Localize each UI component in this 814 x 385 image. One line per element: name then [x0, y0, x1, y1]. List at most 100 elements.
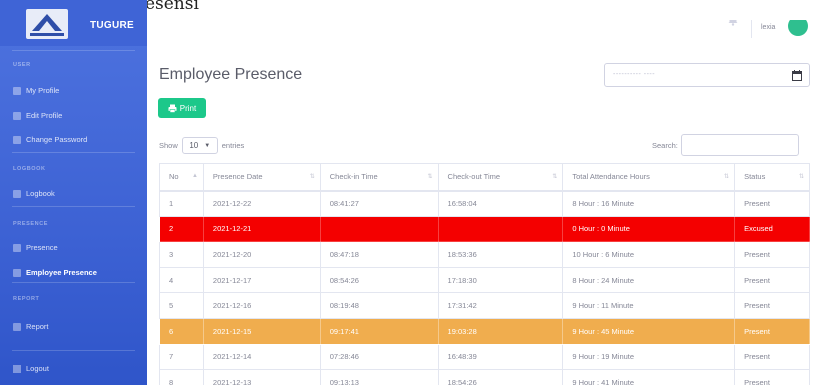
table-cell-date: 2021-12-16 — [202, 292, 321, 319]
column-header-label: No — [169, 172, 179, 182]
sidebar-item-change-password[interactable]: Change Password — [13, 135, 87, 144]
table-cell-date: 2021-12-13 — [202, 369, 321, 385]
presence-table: No ▲ Presence Date ⇅ Check-in Time ⇅ Check-out… — [159, 163, 810, 385]
table-cell-no: 4 — [159, 266, 204, 294]
sidebar-item-logout[interactable]: Logout — [13, 364, 49, 373]
main-content: Employee Presence ---------- ---- Print … — [147, 50, 814, 385]
book-icon — [13, 189, 21, 198]
table-cell-date: 2021-12-21 — [202, 215, 321, 243]
entries-length-control: Show 10 ▼ entries — [159, 137, 244, 154]
table-cell-date: 2021-12-14 — [202, 343, 321, 371]
sidebar-item-my-profile[interactable]: My Profile — [13, 86, 59, 95]
sidebar-item-label: My Profile — [26, 86, 60, 95]
entries-value: 10 — [189, 141, 199, 150]
table-cell-date: 2021-12-17 — [202, 266, 321, 294]
sidebar-item-label: Change Password — [26, 135, 88, 144]
table-header-row: No ▲ Presence Date ⇅ Check-in Time ⇅ Check-out… — [159, 163, 810, 192]
sidebar-item-label: Report — [26, 322, 49, 331]
table-cell-out: 17:31:42 — [437, 292, 564, 319]
table-cell-no: 8 — [159, 369, 204, 385]
table-row[interactable]: 7 2021-12-14 07:28:46 16:48:39 9 Hour : 19 M… — [159, 343, 810, 371]
sidebar-item-logbook[interactable]: Logbook — [13, 189, 55, 198]
table-cell-status: Present — [734, 292, 810, 319]
calendar-icon — [13, 243, 21, 252]
table-cell-no: 3 — [159, 241, 204, 268]
table-cell-out: 18:54:26 — [437, 369, 564, 385]
user-name[interactable]: lexia — [761, 24, 775, 31]
user-icon — [13, 86, 21, 95]
table-cell-out: 16:58:04 — [437, 190, 564, 217]
brand[interactable]: TUGURE — [0, 0, 147, 46]
column-header[interactable]: Presence Date ⇅ — [202, 163, 321, 192]
sidebar-heading: PRESENCE — [13, 221, 49, 227]
table-cell-hours: 8 Hour : 16 Minute — [562, 190, 736, 217]
chart-icon — [13, 322, 21, 331]
table-row[interactable]: 6 2021-12-15 09:17:41 19:03:28 9 Hour : 45 M… — [159, 317, 810, 345]
sidebar-heading: LOGBOOK — [13, 166, 46, 172]
sort-icon: ⇅ — [427, 174, 433, 180]
table-row[interactable]: 8 2021-12-13 09:13:13 18:54:26 9 Hour : 41 M… — [159, 369, 810, 385]
table-cell-status: Excused — [734, 215, 810, 243]
table-cell-no: 6 — [159, 317, 204, 345]
brand-name: TUGURE — [90, 20, 135, 31]
table-cell-in: 07:28:46 — [319, 343, 439, 371]
sort-icon: ▲ — [191, 173, 198, 179]
sidebar: TUGURE USER My Profile Edit Profile Change … — [0, 0, 147, 385]
sidebar-item-label: Presence — [26, 243, 58, 252]
table-cell-out: 19:03:28 — [437, 317, 564, 345]
sidebar-item-report[interactable]: Report — [13, 322, 49, 331]
sidebar-item-label: Employee Presence — [26, 268, 97, 277]
print-label: Print — [179, 103, 197, 113]
date-placeholder: ---------- ---- — [613, 71, 656, 78]
date-filter-input[interactable]: ---------- ---- — [604, 63, 810, 87]
sidebar-item-label: Edit Profile — [26, 111, 63, 120]
table-cell-date: 2021-12-15 — [202, 317, 321, 345]
column-header[interactable]: Check-in Time ⇅ — [319, 163, 439, 192]
sidebar-item-label: Logout — [26, 364, 49, 373]
table-cell-no: 2 — [159, 215, 204, 243]
show-label: Show — [159, 141, 178, 150]
page-title: Employee Presence — [159, 66, 303, 83]
column-header-label: Check-in Time — [329, 172, 378, 182]
sort-icon: ⇅ — [309, 174, 315, 180]
column-header[interactable]: Check-out Time ⇅ — [437, 163, 564, 192]
table-cell-in: 08:47:18 — [319, 241, 439, 268]
column-header-label: Total Attendance Hours — [572, 172, 650, 182]
table-cell-hours: 0 Hour : 0 Minute — [562, 215, 736, 243]
search-label: Search: — [652, 140, 678, 150]
column-header-label: Check-out Time — [447, 172, 501, 182]
table-cell-out: 16:48:39 — [437, 343, 564, 371]
chevron-down-icon: ▼ — [204, 142, 211, 149]
entries-select[interactable]: 10 ▼ — [181, 137, 218, 154]
column-header[interactable]: No ▲ — [159, 163, 204, 192]
table-cell-hours: 9 Hour : 11 Minute — [562, 292, 736, 319]
calendar-icon[interactable] — [792, 70, 802, 81]
table-row[interactable]: 1 2021-12-22 08:41:27 16:58:04 8 Hour : 16 M… — [159, 190, 810, 217]
sort-icon: ⇅ — [724, 174, 730, 180]
table-row[interactable]: 3 2021-12-20 08:47:18 18:53:36 10 Hour : 6 M… — [159, 241, 810, 268]
sidebar-divider — [12, 152, 135, 153]
column-header[interactable]: Status ⇅ — [734, 163, 810, 192]
table-cell-in: 08:54:26 — [319, 266, 439, 294]
sidebar-item-edit-profile[interactable]: Edit Profile — [13, 111, 62, 120]
sidebar-item-employee-presence[interactable]: Employee Presence — [13, 268, 97, 277]
table-cell-status: Present — [734, 241, 810, 268]
table-cell-hours: 9 Hour : 19 Minute — [562, 343, 736, 371]
table-cell-hours: 8 Hour : 24 Minute — [562, 266, 736, 294]
table-cell-status: Present — [734, 369, 810, 385]
table-cell-out: 17:18:30 — [437, 266, 564, 294]
table-row[interactable]: 5 2021-12-16 08:19:48 17:31:42 9 Hour : 11 M… — [159, 292, 810, 319]
table-cell-in: 08:41:27 — [319, 190, 439, 217]
column-header[interactable]: Total Attendance Hours ⇅ — [562, 163, 736, 192]
table-row[interactable]: 4 2021-12-17 08:54:26 17:18:30 8 Hour : 24 M… — [159, 266, 810, 294]
table-cell-out: 18:53:36 — [437, 241, 564, 268]
search-input[interactable] — [680, 134, 799, 156]
sidebar-divider — [12, 350, 135, 351]
sidebar-item-presence[interactable]: Presence — [13, 243, 58, 252]
table-cell-hours: 10 Hour : 6 Minute — [562, 241, 736, 268]
tugure-logo-icon — [26, 9, 68, 39]
print-button[interactable]: Print — [158, 98, 206, 118]
user-edit-icon — [13, 111, 21, 120]
table-cell-no: 7 — [159, 343, 204, 371]
table-row[interactable]: 2 2021-12-21 0 Hour : 0 Minute Excused — [159, 215, 810, 243]
